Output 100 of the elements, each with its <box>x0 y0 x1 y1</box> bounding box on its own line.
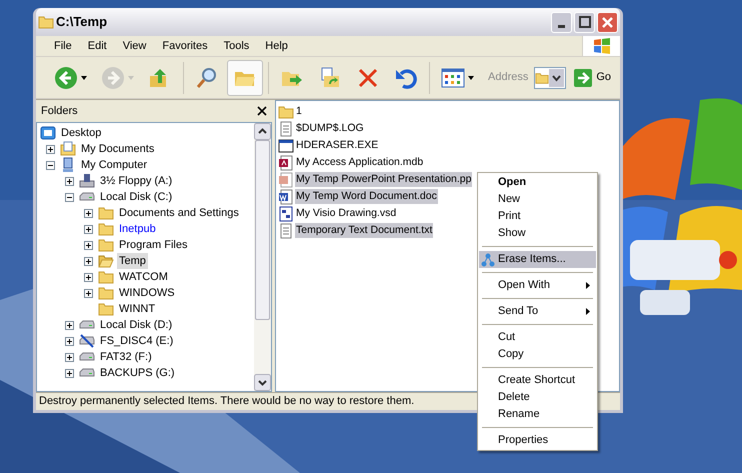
file-entry[interactable]: 1 <box>295 104 303 120</box>
collapse-icon[interactable] <box>65 192 74 202</box>
tree-item[interactable]: Desktop <box>59 124 104 142</box>
dropdown-button[interactable] <box>549 68 564 86</box>
text-file-icon <box>278 120 294 136</box>
menu-item[interactable]: Edit <box>80 36 115 56</box>
tree-item[interactable]: FAT32 (F:) <box>98 348 154 366</box>
folder-icon <box>98 269 114 285</box>
diagram-file-icon <box>278 206 294 222</box>
expand-icon[interactable] <box>46 144 55 154</box>
menu-item[interactable]: Open <box>479 174 596 191</box>
menu-item[interactable]: Copy <box>479 346 596 363</box>
menu-item[interactable]: Cut <box>479 329 596 346</box>
maximize-button[interactable] <box>574 12 595 32</box>
folder-icon <box>38 14 54 30</box>
menu-item[interactable]: File <box>46 36 80 56</box>
expand-icon[interactable] <box>65 368 74 378</box>
window-title: C:\Temp <box>56 13 108 32</box>
submenu-arrow-icon <box>586 308 590 315</box>
folder-icon <box>98 237 114 253</box>
tree-item[interactable]: FS_DISC4 (E:) <box>98 332 176 350</box>
tree-item[interactable]: WINDOWS <box>117 284 177 302</box>
menu-item[interactable]: Favorites <box>154 36 216 56</box>
expand-icon[interactable] <box>65 336 74 346</box>
search-icon <box>195 66 219 90</box>
expand-icon[interactable] <box>65 320 74 330</box>
file-entry[interactable]: My Temp PowerPoint Presentation.pp <box>295 172 472 188</box>
menu-item[interactable]: Delete <box>479 389 596 406</box>
computer-icon <box>60 157 76 173</box>
menu-item[interactable]: Open With <box>479 277 596 294</box>
menu-item[interactable]: View <box>114 36 154 56</box>
pane-title: Folders <box>41 104 78 119</box>
tree-item[interactable]: Inetpub <box>117 220 158 238</box>
access-file-icon <box>278 154 294 170</box>
caret-icon <box>81 76 87 80</box>
expand-icon[interactable] <box>65 176 74 186</box>
file-entry[interactable]: HDERASER.EXE <box>295 138 380 154</box>
expand-icon[interactable] <box>84 288 93 298</box>
tree-item[interactable]: 3½ Floppy (A:) <box>98 172 174 190</box>
status-text: Destroy permanently selected Items. There would be no way to restore them. <box>39 394 414 410</box>
expand-icon[interactable] <box>84 272 93 282</box>
menu-item[interactable]: New <box>479 191 596 208</box>
folder-icon <box>98 205 114 221</box>
scroll-down-button[interactable] <box>254 374 271 391</box>
scrollbar[interactable] <box>254 123 271 391</box>
folder-icon <box>98 221 114 237</box>
menu-item[interactable]: Show <box>479 225 596 242</box>
tree-item[interactable]: Documents and Settings <box>117 204 241 222</box>
floppy-drive-icon <box>79 173 95 189</box>
go-button[interactable]: Go <box>574 68 612 86</box>
minimize-icon <box>558 24 565 28</box>
scroll-up-button[interactable] <box>254 123 271 140</box>
tree-item[interactable]: WATCOM <box>117 268 170 286</box>
expand-icon[interactable] <box>65 352 74 362</box>
expand-icon[interactable] <box>84 240 93 250</box>
tree-item[interactable]: My Computer <box>79 156 150 174</box>
file-entry[interactable]: My Access Application.mdb <box>295 154 424 170</box>
menu-item[interactable]: Send To <box>479 303 596 320</box>
menu-item[interactable]: Create Shortcut <box>479 372 596 389</box>
presentation-file-icon <box>278 172 294 188</box>
caret-icon <box>468 76 474 80</box>
collapse-icon[interactable] <box>46 160 55 170</box>
word-file-icon <box>278 188 294 204</box>
minimize-button[interactable] <box>551 12 572 32</box>
file-entry[interactable]: Temporary Text Document.txt <box>295 222 434 238</box>
menu-item[interactable]: Print <box>479 208 596 225</box>
scroll-thumb[interactable] <box>255 140 270 320</box>
tree-item[interactable]: Local Disk (D:) <box>98 316 174 334</box>
window-icon <box>278 138 294 154</box>
expand-icon[interactable] <box>84 224 93 234</box>
folder-icon <box>278 104 294 120</box>
expand-icon[interactable] <box>84 208 93 218</box>
network-drive-icon <box>79 333 95 349</box>
tree-item[interactable]: BACKUPS (G:) <box>98 364 177 382</box>
file-entry[interactable]: My Visio Drawing.vsd <box>295 206 398 222</box>
folder-icon <box>98 285 114 301</box>
address-field[interactable] <box>534 66 566 88</box>
close-button[interactable] <box>597 12 618 32</box>
menu-item[interactable]: Erase Items... <box>479 251 596 268</box>
close-icon <box>602 16 613 28</box>
network-nodes-icon <box>480 252 494 266</box>
menu-item[interactable]: Tools <box>216 36 258 56</box>
open-folder-icon <box>98 253 114 269</box>
file-entry[interactable]: $DUMP$.LOG <box>295 120 365 136</box>
menu-item[interactable]: Rename <box>479 406 596 423</box>
file-entry[interactable]: My Temp Word Document.doc <box>295 188 438 204</box>
tree-item[interactable]: WINNT <box>117 300 158 318</box>
close-icon[interactable] <box>257 106 267 116</box>
desktop-icon <box>40 125 56 141</box>
menu-item[interactable]: Help <box>257 36 296 56</box>
maximize-icon <box>578 16 590 28</box>
tree-item[interactable]: My Documents <box>79 140 156 158</box>
tree-item[interactable]: Program Files <box>117 236 190 254</box>
text-file-icon <box>278 222 294 238</box>
submenu-arrow-icon <box>586 282 590 289</box>
tree-item[interactable]: Temp <box>117 252 148 270</box>
expand-icon[interactable] <box>84 256 93 266</box>
views-grid-icon <box>441 66 465 90</box>
tree-item[interactable]: Local Disk (C:) <box>98 188 174 206</box>
menu-item[interactable]: Properties <box>479 432 596 449</box>
